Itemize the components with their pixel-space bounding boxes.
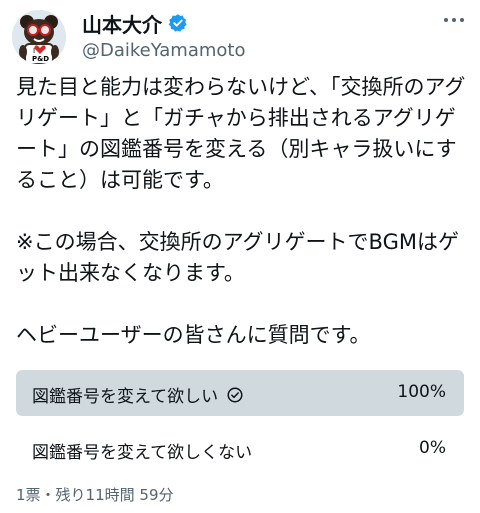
more-dot (444, 18, 448, 22)
more-options-icon[interactable] (444, 18, 464, 22)
bear-mascot-icon: I P&D (12, 10, 66, 64)
verified-badge-icon (168, 14, 187, 32)
display-name[interactable]: 山本大介 (82, 9, 162, 38)
author-handle[interactable]: @DaikeYamamoto (82, 40, 245, 61)
display-name-row: 山本大介 (82, 9, 245, 38)
more-dot (460, 18, 464, 22)
poll-meta: 1票・残り11時間 59分 (16, 486, 174, 504)
poll-option-text: 図鑑番号を変えて欲しい (32, 387, 219, 407)
author-names: 山本大介 @DaikeYamamoto (82, 9, 245, 62)
avatar[interactable]: I P&D (12, 10, 66, 64)
poll-option-label: 図鑑番号を変えて欲しい (32, 382, 244, 407)
svg-text:P&D: P&D (32, 55, 49, 63)
poll-option-percent: 0% (419, 438, 446, 458)
poll-option-percent: 100% (397, 382, 446, 402)
check-circle-icon (227, 387, 243, 402)
poll-option-label: 図鑑番号を変えて欲しくない (32, 438, 252, 463)
poll-option-1: 図鑑番号を変えて欲しい 100% (16, 370, 464, 416)
poll-option-text: 図鑑番号を変えて欲しくない (32, 443, 253, 463)
tweet-text: 見た目と能力は変わらないけど、「交換所のアグリゲート」と「ガチャから排出されるア… (16, 75, 466, 347)
more-dot (452, 18, 456, 22)
poll-option-2: 図鑑番号を変えて欲しくない 0% (16, 426, 464, 472)
tweet-header: I P&D 山本大介 @DaikeYamamoto (12, 6, 468, 66)
poll: 図鑑番号を変えて欲しい 100% 図鑑番号を変えて欲しくない 0% (16, 370, 464, 482)
